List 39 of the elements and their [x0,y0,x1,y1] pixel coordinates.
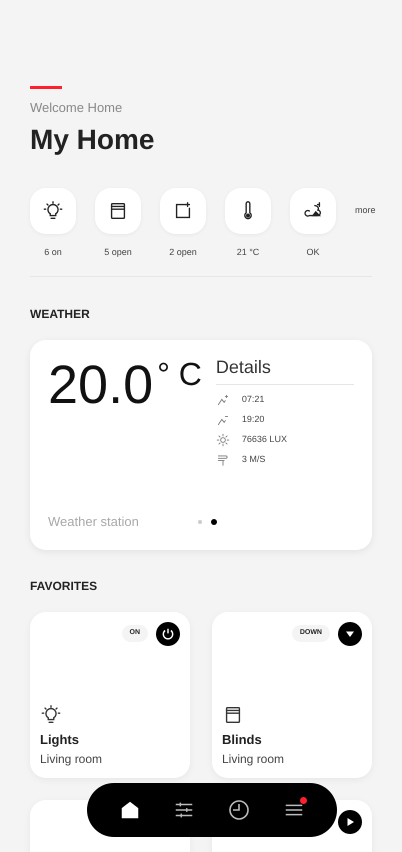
detail-value: 19:20 [242,412,264,426]
source-label: Weather station [48,513,140,531]
light-bulb-icon [40,704,62,726]
home-icon[interactable] [119,799,141,821]
status-label: 5 open [104,246,132,259]
favorite-title: Lights [40,731,80,749]
status-button[interactable] [225,188,271,234]
page-title: My Home [30,126,156,154]
status-button[interactable] [30,188,76,234]
clock-icon[interactable] [227,798,251,822]
power-icon [161,626,175,640]
status-button[interactable] [160,188,206,234]
play-button[interactable] [338,810,362,834]
section-heading: FAVORITES [30,580,98,592]
light-bulb-icon [42,200,64,222]
temperature-unit: ° C [157,358,202,390]
accent-bar [30,86,62,89]
down-button[interactable] [338,622,362,646]
detail-value: 07:21 [242,392,264,406]
room-label: Living room [40,750,104,768]
status-label: 21 °C [236,246,260,259]
status-button[interactable] [290,188,336,234]
details-title: Details [216,358,354,384]
detail-value: 76636 LUX [242,432,287,446]
sunrise-icon [216,392,230,406]
room-label: Living room [222,750,286,768]
status-label: 6 on [44,246,62,259]
detail-value: 3 M/S [242,452,266,466]
status-label: OK [306,246,320,259]
temperature-value: 20.0 [48,358,154,412]
favorite-title: Blinds [222,731,263,749]
status-button[interactable] [95,188,141,234]
section-heading: WEATHER [30,308,91,320]
wind-icon [216,452,230,466]
more-link[interactable]: more [355,204,376,218]
welcome-text: Welcome Home [30,101,124,114]
sun-icon [216,432,230,446]
power-button[interactable] [156,622,180,646]
status-label: 2 open [169,246,197,259]
